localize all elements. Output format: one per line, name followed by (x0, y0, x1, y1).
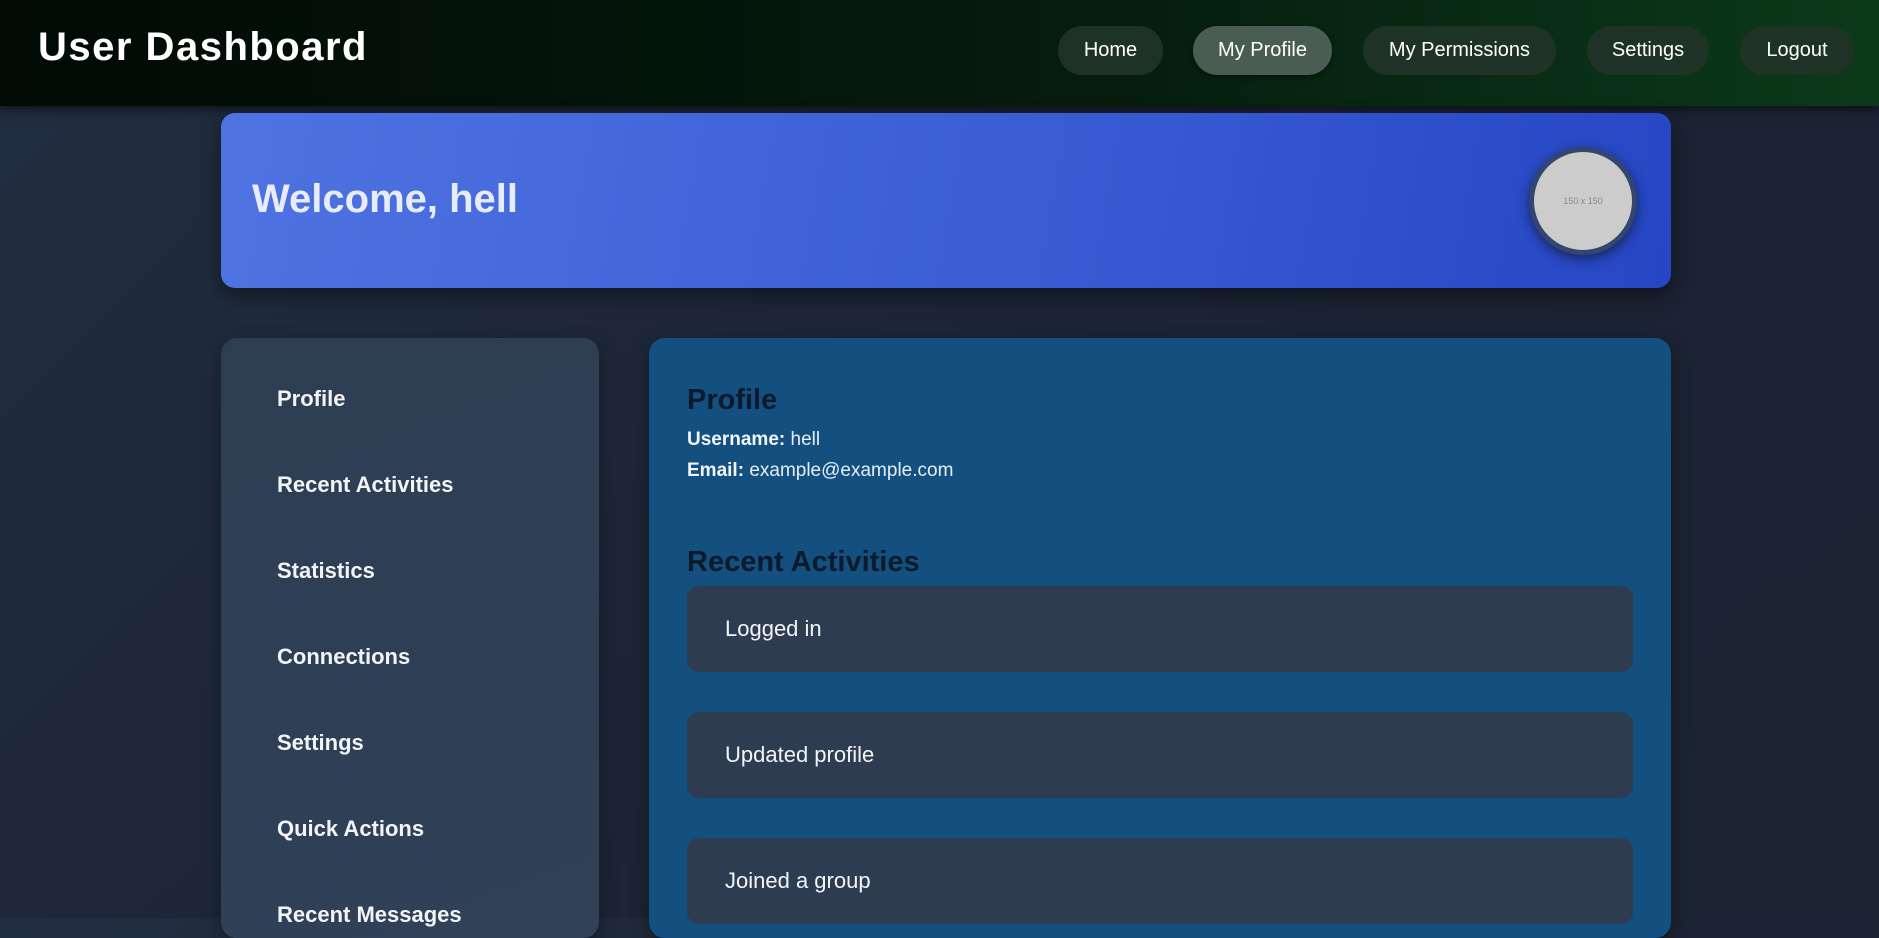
top-navbar: User Dashboard Home My Profile My Permis… (0, 0, 1879, 106)
sidebar-item-connections[interactable]: Connections (277, 644, 410, 670)
sidebar-item-recent-activities[interactable]: Recent Activities (277, 472, 453, 498)
email-value: example@example.com (749, 460, 954, 481)
username-label: Username: (687, 429, 786, 450)
profile-section-title: Profile (687, 384, 778, 416)
username-field: Username: hell (687, 429, 820, 451)
activity-text: Logged in (725, 616, 822, 641)
recent-activities-section-title: Recent Activities (687, 546, 920, 578)
username-value: hell (790, 429, 821, 450)
nav-my-permissions-button[interactable]: My Permissions (1363, 26, 1556, 75)
activity-text: Joined a group (725, 868, 871, 893)
welcome-banner: Welcome, hell 150 x 150 (221, 113, 1671, 288)
sidebar-item-settings[interactable]: Settings (277, 730, 364, 756)
nav-settings-button[interactable]: Settings (1587, 26, 1709, 75)
avatar: 150 x 150 (1529, 147, 1637, 255)
welcome-heading: Welcome, hell (252, 177, 519, 221)
app-title: User Dashboard (38, 25, 368, 69)
sidebar: Profile Recent Activities Statistics Con… (221, 338, 599, 938)
email-label: Email: (687, 460, 745, 481)
activity-item: Updated profile (687, 712, 1633, 798)
nav-logout-button[interactable]: Logout (1740, 26, 1854, 75)
nav-home-button[interactable]: Home (1058, 26, 1163, 75)
nav-my-profile-button[interactable]: My Profile (1193, 26, 1332, 75)
activity-item: Joined a group (687, 838, 1633, 924)
avatar-placeholder-text: 150 x 150 (1563, 196, 1603, 206)
email-field: Email: example@example.com (687, 460, 953, 482)
activity-item: Logged in (687, 586, 1633, 672)
sidebar-item-quick-actions[interactable]: Quick Actions (277, 816, 424, 842)
sidebar-item-recent-messages[interactable]: Recent Messages (277, 902, 462, 928)
main-content: Profile Username: hell Email: example@ex… (649, 338, 1671, 938)
sidebar-item-statistics[interactable]: Statistics (277, 558, 375, 584)
sidebar-item-profile[interactable]: Profile (277, 386, 345, 412)
activity-text: Updated profile (725, 742, 875, 767)
